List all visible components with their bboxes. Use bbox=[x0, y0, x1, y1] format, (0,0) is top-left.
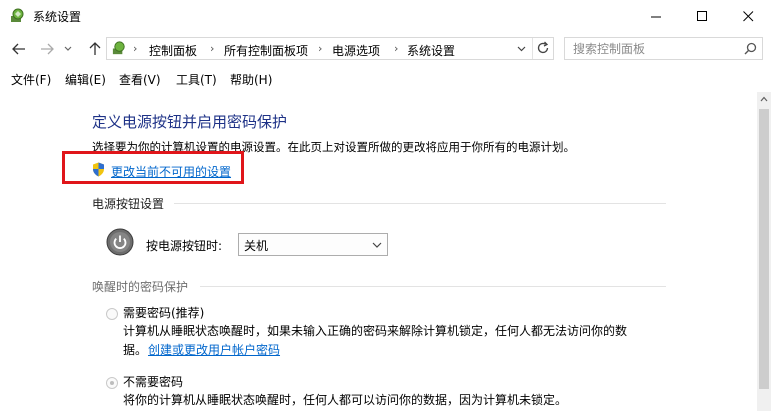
menu-bar: 文件(F) 编辑(E) 查看(V) 工具(T) 帮助(H) bbox=[0, 66, 771, 90]
breadcrumb-separator: › bbox=[318, 42, 323, 55]
minimize-button[interactable] bbox=[633, 0, 679, 32]
breadcrumb-separator: › bbox=[394, 42, 399, 55]
menu-tools[interactable]: 工具(T) bbox=[176, 71, 217, 88]
no-password-label: 不需要密码 bbox=[123, 375, 184, 389]
chevron-down-icon[interactable] bbox=[517, 45, 526, 53]
power-button-icon bbox=[106, 228, 134, 256]
power-button-action-value: 关机 bbox=[244, 239, 269, 253]
power-options-icon bbox=[11, 8, 24, 22]
chevron-down-icon bbox=[64, 46, 72, 51]
window-title: 系统设置 bbox=[33, 10, 82, 24]
up-button[interactable] bbox=[86, 40, 104, 58]
power-button-action-select[interactable]: 关机 bbox=[238, 233, 388, 256]
change-settings-link[interactable]: 更改当前不可用的设置 bbox=[111, 163, 231, 180]
require-password-label: 需要密码(推荐) bbox=[123, 306, 205, 320]
section-divider bbox=[174, 203, 666, 204]
menu-edit[interactable]: 编辑(E) bbox=[65, 71, 106, 88]
arrow-left-icon bbox=[12, 43, 25, 55]
minimize-icon bbox=[650, 16, 661, 17]
scroll-thumb[interactable] bbox=[759, 109, 769, 389]
power-button-label: 按电源按钮时: bbox=[146, 239, 223, 253]
require-password-desc: 计算机从睡眠状态唤醒时，如果未输入正确的密码来解除计算机锁定，任何人都无法访问你… bbox=[123, 324, 628, 338]
require-password-desc-end: 据。 bbox=[123, 343, 148, 357]
title-bar: 系统设置 bbox=[0, 0, 771, 32]
breadcrumb-separator: › bbox=[210, 42, 215, 55]
require-password-radio[interactable] bbox=[106, 308, 118, 320]
arrow-up-icon bbox=[89, 42, 101, 55]
search-box bbox=[564, 37, 763, 60]
search-input[interactable] bbox=[573, 40, 733, 57]
vertical-scrollbar[interactable] bbox=[757, 92, 771, 411]
create-password-link[interactable]: 创建或更改用户帐户密码 bbox=[148, 341, 280, 358]
content-pane: 定义电源按钮并启用密码保护 选择要为你的计算机设置的电源设置。在此页上对设置所做… bbox=[0, 92, 757, 411]
maximize-button[interactable] bbox=[679, 0, 725, 32]
close-icon bbox=[742, 10, 753, 21]
forward-button[interactable] bbox=[38, 40, 56, 58]
section-heading-power-button: 电源按钮设置 bbox=[92, 197, 165, 211]
no-password-radio[interactable] bbox=[106, 377, 118, 389]
recent-locations-button[interactable] bbox=[62, 40, 74, 58]
search-icon[interactable] bbox=[744, 42, 757, 55]
breadcrumb-system-settings[interactable]: 系统设置 bbox=[407, 42, 455, 59]
page-title: 定义电源按钮并启用密码保护 bbox=[92, 113, 288, 131]
refresh-icon[interactable] bbox=[536, 41, 550, 55]
power-options-icon bbox=[112, 41, 125, 55]
address-bar[interactable]: › 控制面板 › 所有控制面板项 › 电源选项 › 系统设置 bbox=[106, 37, 554, 60]
breadcrumb-power-options[interactable]: 电源选项 bbox=[332, 42, 380, 59]
arrow-right-icon bbox=[41, 43, 54, 55]
uac-shield-icon bbox=[93, 162, 104, 177]
breadcrumb-separator: › bbox=[133, 42, 138, 55]
scroll-up-icon[interactable] bbox=[760, 96, 768, 102]
section-divider bbox=[200, 286, 666, 287]
menu-help[interactable]: 帮助(H) bbox=[230, 71, 272, 88]
breadcrumb-all-items[interactable]: 所有控制面板项 bbox=[224, 42, 308, 59]
chevron-down-icon bbox=[372, 242, 382, 248]
close-button[interactable] bbox=[725, 0, 771, 32]
section-heading-wake-password: 唤醒时的密码保护 bbox=[92, 280, 189, 294]
maximize-icon bbox=[696, 10, 707, 21]
no-password-desc: 将你的计算机从睡眠状态唤醒时，任何人都可以访问你的数据，因为计算机未锁定。 bbox=[123, 393, 568, 407]
menu-file[interactable]: 文件(F) bbox=[11, 71, 51, 88]
breadcrumb-control-panel[interactable]: 控制面板 bbox=[149, 42, 197, 59]
divider bbox=[532, 38, 533, 59]
back-button[interactable] bbox=[10, 40, 28, 58]
menu-view[interactable]: 查看(V) bbox=[119, 71, 161, 88]
address-row: › 控制面板 › 所有控制面板项 › 电源选项 › 系统设置 bbox=[0, 32, 771, 66]
